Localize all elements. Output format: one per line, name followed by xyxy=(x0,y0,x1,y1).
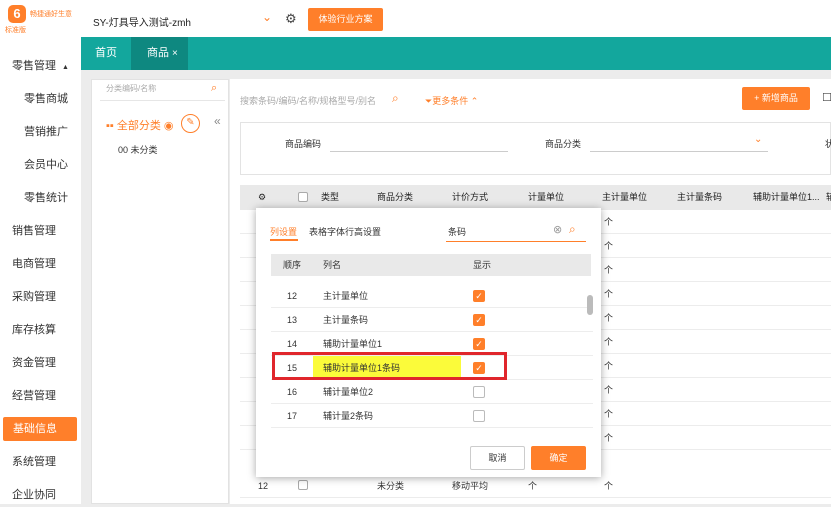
account-selector[interactable]: SY-灯具导入测试-zmh xyxy=(93,14,191,29)
gear-icon[interactable]: ⚙ xyxy=(285,11,297,27)
header-show: 显示 xyxy=(473,260,492,270)
sidebar-item-retail[interactable]: 零售管理 ▲ xyxy=(0,54,81,78)
collapse-icon[interactable]: « xyxy=(214,114,221,128)
sidebar-item-collaboration[interactable]: 企业协同 xyxy=(0,483,81,507)
category-all[interactable]: ▪▪ 全部分类 ◉ xyxy=(106,117,174,133)
edit-icon[interactable]: ✎ xyxy=(181,114,200,133)
row-category: 未分类 xyxy=(377,481,405,491)
sidebar-item-retail-mall[interactable]: 零售商城 xyxy=(0,87,81,111)
goods-search-input[interactable]: 搜索条码/编码/名称/规格型号/别名 xyxy=(240,94,376,107)
goods-category-label: 商品分类 xyxy=(545,139,582,149)
tab-font-settings[interactable]: 表格字体行高设置 xyxy=(309,225,381,238)
goods-code-field[interactable] xyxy=(330,151,508,152)
list-item[interactable]: 16 辅计量单位2 xyxy=(271,380,593,404)
tab-home[interactable]: 首页 xyxy=(95,37,117,70)
header-main-unit[interactable]: 主计量单位 xyxy=(602,185,647,210)
sidebar-item-marketing[interactable]: 营销推广 xyxy=(0,120,81,144)
brand-name: 畅捷通好生意 xyxy=(30,11,72,18)
column-settings-modal: 列设置 表格字体行高设置 条码 ⊗ ⌕ 顺序 列名 显示 12 主计量单位 ✓ … xyxy=(256,208,601,477)
sidebar-item-retail-stats[interactable]: 零售统计 xyxy=(0,186,81,210)
show-checkbox[interactable]: ✓ xyxy=(473,338,485,350)
search-underline xyxy=(446,241,586,242)
show-checkbox[interactable]: ✓ xyxy=(473,290,485,302)
brand-logo[interactable]: 6 畅捷通好生意 标准版 xyxy=(4,3,84,34)
more-conditions-toggle[interactable]: ⏷更多条件 ⌃ xyxy=(425,94,478,107)
chevron-down-icon[interactable]: ⌄ xyxy=(754,134,762,145)
confirm-button[interactable]: 确定 xyxy=(531,446,586,470)
logo-icon: 6 xyxy=(8,5,26,23)
experience-solution-button[interactable]: 体验行业方案 xyxy=(308,8,383,31)
sidebar-item-operations[interactable]: 经营管理 xyxy=(0,384,81,408)
sidebar-item-basic-info[interactable]: 基础信息 xyxy=(3,417,77,441)
grid-header: ⚙ 类型 商品分类 计价方式 计量单位 主计量单位 主计量条码 辅助计量单位1.… xyxy=(240,185,831,210)
header-unit[interactable]: 计量单位 xyxy=(528,185,564,210)
category-uncategorized[interactable]: 00 未分类 xyxy=(118,143,158,156)
header-pricing[interactable]: 计价方式 xyxy=(452,185,488,210)
edit-square-icon[interactable]: ☐ xyxy=(822,91,831,104)
table-row[interactable]: 12 未分类 移动平均 个 个 xyxy=(240,474,831,498)
sidebar-item-inventory[interactable]: 库存核算 xyxy=(0,318,81,342)
header-name: 列名 xyxy=(323,260,342,270)
sidebar-item-funds[interactable]: 资金管理 xyxy=(0,351,81,375)
select-all-checkbox[interactable] xyxy=(298,192,308,202)
list-item[interactable]: 13 主计量条码 ✓ xyxy=(271,308,593,332)
scrollbar[interactable] xyxy=(587,295,593,315)
header-aux[interactable]: 辅 xyxy=(826,185,831,210)
tab-column-settings[interactable]: 列设置 xyxy=(270,225,297,238)
header-aux-unit1[interactable]: 辅助计量单位1... xyxy=(753,185,820,210)
category-panel: 分类编码/名称 ⌕ ▪▪ 全部分类 ◉ ✎ « 00 未分类 xyxy=(91,79,229,504)
tab-bar: 首页 商品 × xyxy=(81,37,831,70)
tab-goods[interactable]: 商品 × xyxy=(131,37,188,70)
category-search-input[interactable]: 分类编码/名称 xyxy=(106,83,156,94)
annotation-highlight-box xyxy=(272,352,507,380)
row-pricing: 移动平均 xyxy=(452,481,489,491)
clear-icon[interactable]: ⊗ xyxy=(553,223,562,236)
column-search-input[interactable]: 条码 xyxy=(448,225,466,238)
top-bar: 6 畅捷通好生意 标准版 SY-灯具导入测试-zmh ⌄ ⚙ 体验行业方案 xyxy=(0,0,831,37)
sidebar-item-member-center[interactable]: 会员中心 xyxy=(0,153,81,177)
search-icon[interactable]: ⌕ xyxy=(392,91,399,106)
brand-edition: 标准版 xyxy=(5,27,26,34)
chevron-down-icon[interactable]: ⌄ xyxy=(262,10,272,24)
header-seq: 顺序 xyxy=(283,260,302,270)
cancel-button[interactable]: 取消 xyxy=(470,446,525,470)
caret-up-icon: ▲ xyxy=(62,64,69,71)
row-index: 12 xyxy=(258,481,269,491)
status-label: 状 xyxy=(825,139,831,149)
row-unit: 个 xyxy=(528,481,538,491)
column-table-header: 顺序 列名 显示 xyxy=(271,254,591,276)
list-item[interactable]: 12 主计量单位 ✓ xyxy=(271,284,593,308)
filter-box xyxy=(240,122,831,175)
add-goods-button[interactable]: + 新增商品 xyxy=(742,87,810,110)
active-tab-underline xyxy=(270,239,298,241)
column-settings-icon[interactable]: ⚙ xyxy=(258,185,266,210)
header-main-barcode[interactable]: 主计量条码 xyxy=(677,185,722,210)
list-item[interactable]: 17 辅计量2条码 xyxy=(271,404,593,428)
header-type[interactable]: 类型 xyxy=(321,185,339,210)
goods-category-select[interactable] xyxy=(590,151,768,152)
show-checkbox[interactable] xyxy=(473,386,485,398)
show-checkbox[interactable] xyxy=(473,410,485,422)
sidebar-item-sales[interactable]: 销售管理 xyxy=(0,219,81,243)
sidebar: 零售管理 ▲ 零售商城 营销推广 会员中心 零售统计 销售管理 电商管理 采购管理… xyxy=(0,37,81,504)
search-icon[interactable]: ⌕ xyxy=(211,82,217,95)
goods-code-label: 商品编码 xyxy=(285,139,322,149)
sidebar-item-system[interactable]: 系统管理 xyxy=(0,450,81,474)
show-checkbox[interactable]: ✓ xyxy=(473,314,485,326)
row-main-unit: 个 xyxy=(604,481,614,491)
divider xyxy=(100,100,225,101)
header-category[interactable]: 商品分类 xyxy=(377,185,413,210)
close-icon[interactable]: × xyxy=(172,48,178,59)
search-icon[interactable]: ⌕ xyxy=(569,222,576,237)
sidebar-item-purchase[interactable]: 采购管理 xyxy=(0,285,81,309)
row-checkbox[interactable] xyxy=(298,480,308,490)
sidebar-item-ecommerce[interactable]: 电商管理 xyxy=(0,252,81,276)
